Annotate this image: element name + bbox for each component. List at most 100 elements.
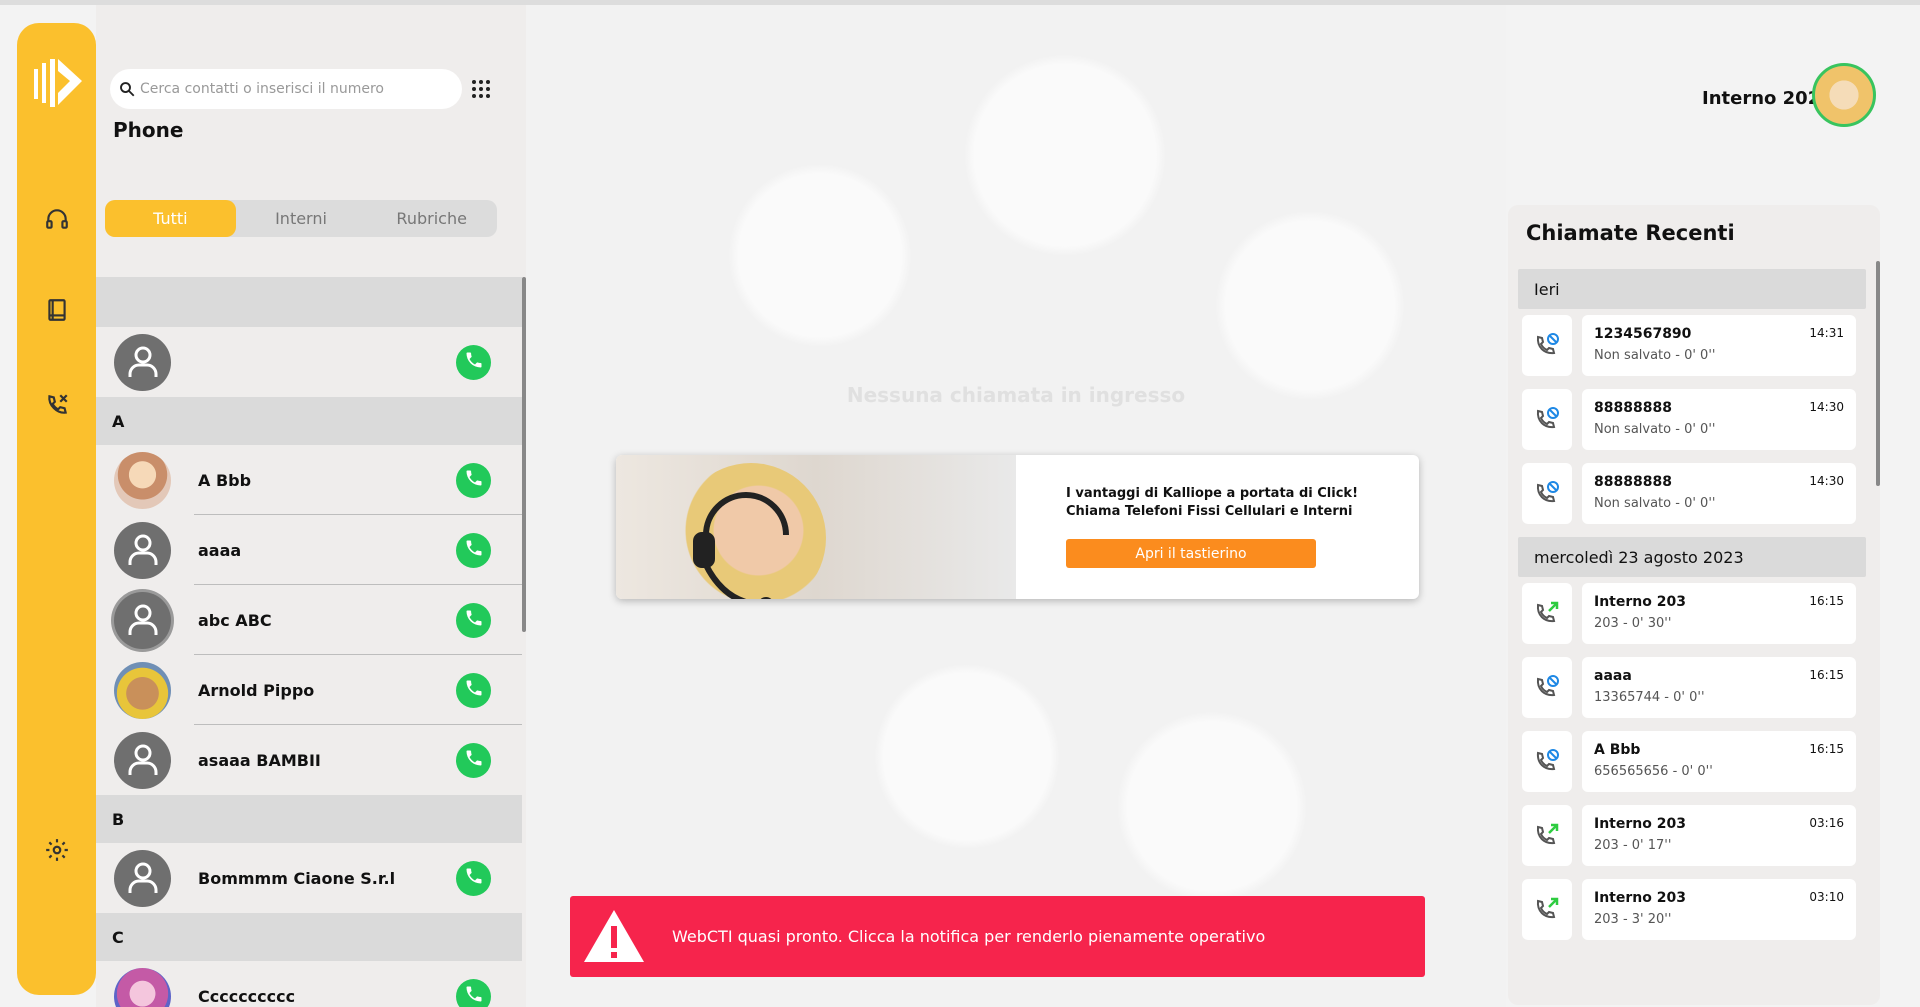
recent-call-entry: 88888888 Non salvato - 0' 0'' 14:30 (1518, 383, 1866, 457)
user-avatar[interactable] (1812, 63, 1876, 127)
promo-line-2: Chiama Telefoni Fissi Cellulari e Intern… (1066, 504, 1353, 519)
phone-icon (464, 538, 484, 562)
call-detail: 656565656 - 0' 0'' (1594, 764, 1713, 779)
tab-tutti[interactable]: Tutti (105, 200, 236, 237)
call-time: 16:15 (1809, 594, 1844, 608)
recent-call-entry: aaaa 13365744 - 0' 0'' 16:15 (1518, 651, 1866, 725)
recent-call-info[interactable]: Interno 203 203 - 0' 17'' 03:16 (1582, 805, 1856, 866)
call-detail: 203 - 0' 17'' (1594, 838, 1672, 853)
phone-icon (464, 468, 484, 492)
avatar (114, 333, 171, 391)
recent-call-info[interactable]: aaaa 13365744 - 0' 0'' 16:15 (1582, 657, 1856, 718)
avatar (114, 451, 171, 509)
search-input[interactable] (140, 81, 450, 97)
phone-icon (464, 608, 484, 632)
contact-row[interactable]: abc ABC (96, 585, 522, 655)
recent-call-entry: A Bbb 656565656 - 0' 0'' 16:15 (1518, 725, 1866, 799)
recent-call-info[interactable]: A Bbb 656565656 - 0' 0'' 16:15 (1582, 731, 1856, 792)
call-name: A Bbb (1594, 742, 1641, 758)
contact-row[interactable]: Cccccccccc (96, 961, 522, 1007)
call-name: 88888888 (1594, 400, 1672, 416)
contact-row[interactable]: A Bbb (96, 445, 522, 515)
call-time: 14:30 (1809, 400, 1844, 414)
call-detail: Non salvato - 0' 0'' (1594, 496, 1716, 511)
recent-call-entry: Interno 203 203 - 0' 17'' 03:16 (1518, 799, 1866, 873)
kalliope-logo (30, 55, 84, 109)
notification-toast[interactable]: WebCTI quasi pronto. Clicca la notifica … (570, 896, 1425, 977)
missed-call-icon (1522, 315, 1572, 376)
call-contact-button[interactable] (456, 532, 491, 568)
avatar (114, 661, 171, 719)
avatar (114, 521, 171, 579)
recent-call-entry: 88888888 Non salvato - 0' 0'' 14:30 (1518, 457, 1866, 531)
recent-call-info[interactable]: 1234567890 Non salvato - 0' 0'' 14:31 (1582, 315, 1856, 376)
phone-icon (464, 678, 484, 702)
missed-call-icon (1522, 463, 1572, 524)
main-area: Nessuna chiamata in ingresso I vantaggi … (526, 5, 1506, 1007)
call-name: Interno 203 (1594, 816, 1686, 832)
contact-row[interactable]: asaaa BAMBII (96, 725, 522, 795)
avatar (114, 967, 171, 1007)
contacts-panel: Phone Tutti Interni Rubriche A A Bbb aaaa a… (96, 5, 526, 1007)
user-extension-label: Interno 202 (1702, 88, 1821, 109)
call-contact-button[interactable] (456, 344, 491, 380)
avatar (114, 849, 171, 907)
contact-name: asaaa BAMBII (198, 750, 321, 770)
contact-name: abc ABC (198, 610, 272, 630)
phone-icon (464, 748, 484, 772)
settings-gear-icon[interactable] (41, 834, 73, 866)
recent-calls-list: Ieri 1234567890 Non salvato - 0' 0'' 14:31 8… (1518, 269, 1866, 947)
call-detail: 203 - 3' 20'' (1594, 912, 1672, 927)
phone-icon (464, 350, 484, 374)
contact-row[interactable]: aaaa (96, 515, 522, 585)
call-contact-button[interactable] (456, 978, 491, 1007)
tab-rubriche[interactable]: Rubriche (366, 200, 497, 237)
recent-call-info[interactable]: 88888888 Non salvato - 0' 0'' 14:30 (1582, 389, 1856, 450)
recent-call-info[interactable]: Interno 203 203 - 3' 20'' 03:10 (1582, 879, 1856, 940)
sidebar-rail (17, 23, 96, 995)
warning-icon (584, 910, 644, 962)
outgoing-call-icon (1522, 805, 1572, 866)
open-dialpad-button[interactable]: Apri il tastierino (1066, 539, 1316, 568)
avatar (114, 591, 171, 649)
contact-name: A Bbb (198, 470, 252, 490)
tab-interni[interactable]: Interni (236, 200, 367, 237)
contact-list: A A Bbb aaaa abc ABC Arnold Pippo asaaa BAMBI… (96, 277, 522, 1007)
page-title: Phone (113, 118, 184, 142)
call-history-icon[interactable] (41, 389, 73, 421)
contact-row[interactable]: Bommmm Ciaone S.r.l (96, 843, 522, 913)
recent-call-info[interactable]: 88888888 Non salvato - 0' 0'' 14:30 (1582, 463, 1856, 524)
filter-tabs: Tutti Interni Rubriche (105, 200, 497, 237)
call-time: 03:16 (1809, 816, 1844, 830)
call-name: Interno 203 (1594, 890, 1686, 906)
address-book-icon[interactable] (41, 294, 73, 326)
call-contact-button[interactable] (456, 860, 491, 896)
missed-call-icon (1522, 657, 1572, 718)
promo-line-1: I vantaggi di Kalliope a portata di Clic… (1066, 486, 1358, 501)
recent-day-header: mercoledì 23 agosto 2023 (1518, 537, 1866, 577)
recent-calls-panel: Chiamate Recenti Ieri 1234567890 Non salva… (1508, 205, 1880, 1005)
missed-call-icon (1522, 731, 1572, 792)
call-contact-button[interactable] (456, 742, 491, 778)
search-box[interactable] (110, 69, 462, 109)
promo-card: I vantaggi di Kalliope a portata di Clic… (616, 455, 1419, 599)
promo-image (616, 455, 1016, 599)
recent-calls-scrollbar[interactable] (1876, 261, 1880, 486)
call-contact-button[interactable] (456, 462, 491, 498)
contact-row[interactable]: Arnold Pippo (96, 655, 522, 725)
call-contact-button[interactable] (456, 602, 491, 638)
call-detail: 13365744 - 0' 0'' (1594, 690, 1705, 705)
call-contact-button[interactable] (456, 672, 491, 708)
recent-call-info[interactable]: Interno 203 203 - 0' 30'' 16:15 (1582, 583, 1856, 644)
contact-row[interactable] (96, 327, 522, 397)
dialpad-icon[interactable] (470, 78, 492, 100)
call-time: 14:31 (1809, 326, 1844, 340)
call-detail: Non salvato - 0' 0'' (1594, 348, 1716, 363)
section-header: B (96, 795, 522, 843)
call-name: Interno 203 (1594, 594, 1686, 610)
outgoing-call-icon (1522, 583, 1572, 644)
avatar (114, 731, 171, 789)
call-time: 03:10 (1809, 890, 1844, 904)
call-name: aaaa (1594, 668, 1632, 684)
headset-icon[interactable] (41, 203, 73, 235)
